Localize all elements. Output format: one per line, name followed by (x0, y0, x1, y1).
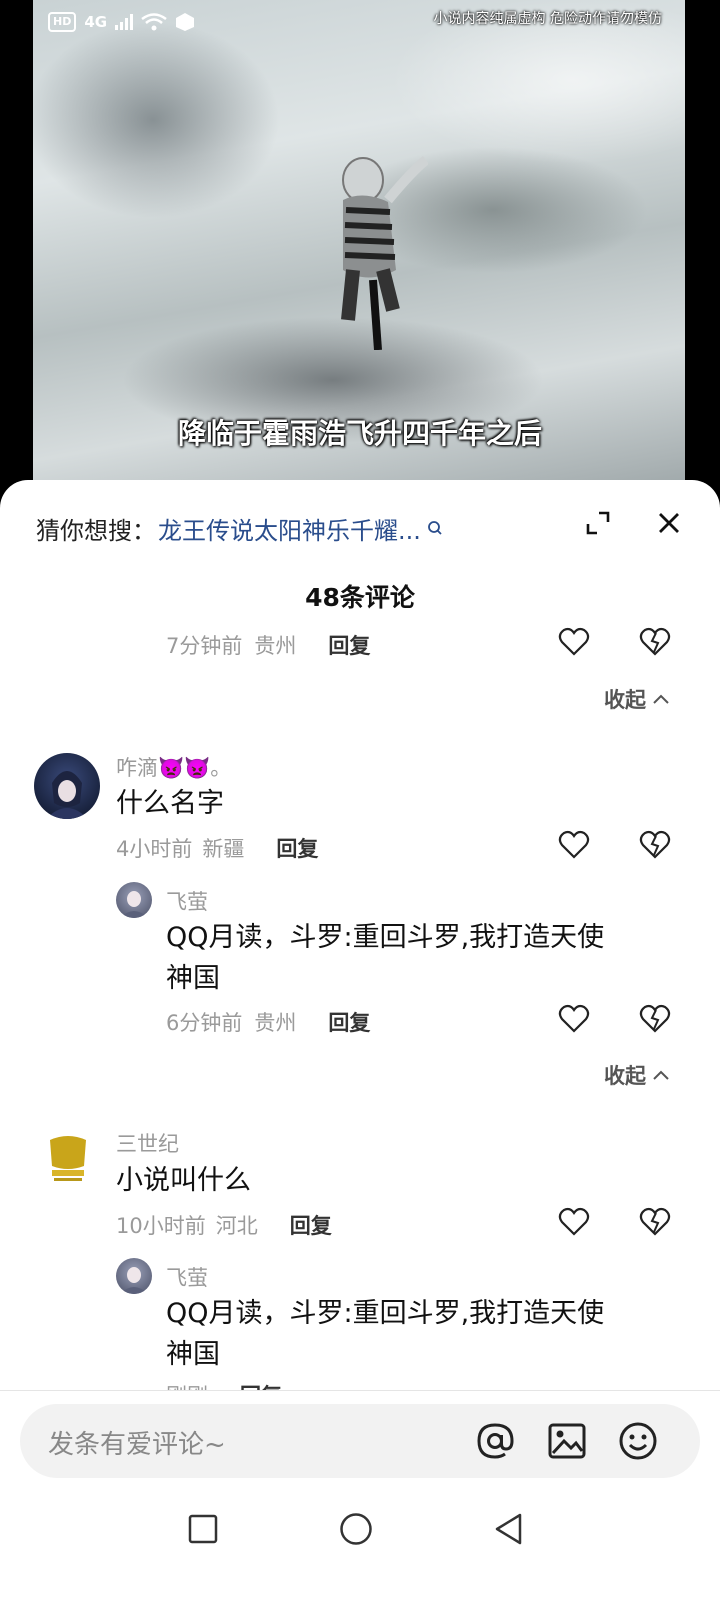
comment-username[interactable]: 三世纪 (116, 1128, 179, 1158)
comment-text: 小说叫什么 (116, 1165, 251, 1196)
dislike-icon[interactable] (639, 1004, 671, 1034)
comment-time: 7分钟前 (166, 634, 243, 658)
comment-meta: 4小时前 新疆 回复 (116, 833, 318, 863)
wifi-icon (141, 13, 167, 31)
expand-icon[interactable] (585, 510, 611, 536)
comment-text: 什么名字 (116, 788, 224, 819)
like-icon[interactable] (558, 627, 590, 657)
at-icon[interactable] (475, 1421, 515, 1461)
status-bar: HD 4G (48, 12, 195, 32)
collapse-label: 收起 (604, 688, 646, 712)
avatar-image (120, 891, 148, 918)
reply-avatar[interactable] (116, 1258, 152, 1294)
emoji-icon[interactable] (618, 1421, 658, 1461)
close-icon[interactable] (656, 510, 682, 536)
like-icon[interactable] (558, 830, 590, 860)
reply-button[interactable]: 回复 (290, 1210, 332, 1240)
dislike-icon[interactable] (639, 830, 671, 860)
collapse-label: 收起 (604, 1064, 646, 1088)
home-icon[interactable] (339, 1512, 373, 1546)
like-icon[interactable] (558, 1207, 590, 1237)
reply-text-line2: 神国 (166, 1339, 220, 1370)
avatar-image (50, 1136, 86, 1181)
reply-username[interactable]: 飞萤 (166, 886, 208, 916)
hd-indicator: HD (48, 12, 77, 32)
comment-time: 4小时前 (116, 837, 193, 861)
avatar[interactable] (34, 753, 100, 819)
reply-text-line2: 神国 (166, 963, 220, 994)
comment-location: 新疆 (202, 837, 245, 861)
reply-meta: 6分钟前 贵州 回复 (166, 1007, 370, 1037)
safety-warning: 小说内容纯属虚构 危险动作请勿模仿 (433, 11, 662, 27)
rider-figure (341, 156, 428, 350)
divider (0, 1390, 720, 1391)
back-icon[interactable] (492, 1512, 526, 1546)
comment-location: 贵州 (254, 634, 297, 658)
reply-username[interactable]: 飞萤 (166, 1262, 208, 1292)
chevron-up-icon (653, 1070, 669, 1080)
comment-count: 48条评论 (305, 583, 415, 612)
reply-button[interactable]: 回复 (276, 833, 318, 863)
comment-meta: 10小时前 河北 回复 (116, 1210, 332, 1240)
video-subtitle: 降临于霍雨浩飞升四千年之后 (177, 417, 542, 450)
comment-sheet: 猜你想搜： 龙王传说太阳神乐千耀... 48条评论 7分钟前 贵州 回复 收起 (0, 480, 720, 1600)
collapse-button[interactable]: 收起 (604, 684, 670, 714)
signal-icon (115, 14, 134, 30)
reply-avatar[interactable] (116, 882, 152, 918)
dislike-icon[interactable] (639, 1207, 671, 1237)
suggestion-prefix: 猜你想搜： (36, 516, 156, 545)
like-icon[interactable] (558, 1004, 590, 1034)
comment-input[interactable]: 发条有爱评论~ (20, 1404, 700, 1478)
comment-username[interactable]: 咋滴👿👿。 (116, 752, 231, 782)
suggestion-link[interactable]: 龙王传说太阳神乐千耀... (158, 511, 421, 546)
reply-time: 6分钟前 (166, 1011, 243, 1035)
dislike-icon[interactable] (639, 627, 671, 657)
chevron-up-icon (653, 694, 669, 704)
avatar[interactable] (40, 1132, 96, 1188)
comment-meta: 7分钟前 贵州 回复 (166, 630, 370, 660)
reply-location: 贵州 (254, 1011, 297, 1035)
reply-button[interactable]: 回复 (328, 630, 370, 660)
image-icon[interactable] (547, 1421, 587, 1461)
avatar-image (120, 1267, 148, 1294)
cube-icon (176, 13, 195, 31)
avatar-image (46, 771, 88, 819)
signal-label: 4G (84, 13, 108, 31)
video-player[interactable]: HD 4G 小说内容纯属虚构 危险动作请勿模仿 降临于霍雨浩飞升四千年之后 (0, 0, 720, 500)
reply-text-line1: QQ月读，斗罗:重回斗罗,我打造天使 (166, 1298, 605, 1329)
recent-apps-icon[interactable] (188, 1514, 218, 1544)
comment-location: 河北 (215, 1214, 258, 1238)
comment-time: 10小时前 (116, 1214, 206, 1238)
search-icon[interactable] (427, 520, 443, 536)
collapse-button[interactable]: 收起 (604, 1060, 670, 1090)
reply-text-line1: QQ月读，斗罗:重回斗罗,我打造天使 (166, 922, 605, 953)
comment-input-placeholder: 发条有爱评论~ (48, 1430, 226, 1460)
reply-button[interactable]: 回复 (328, 1007, 370, 1037)
